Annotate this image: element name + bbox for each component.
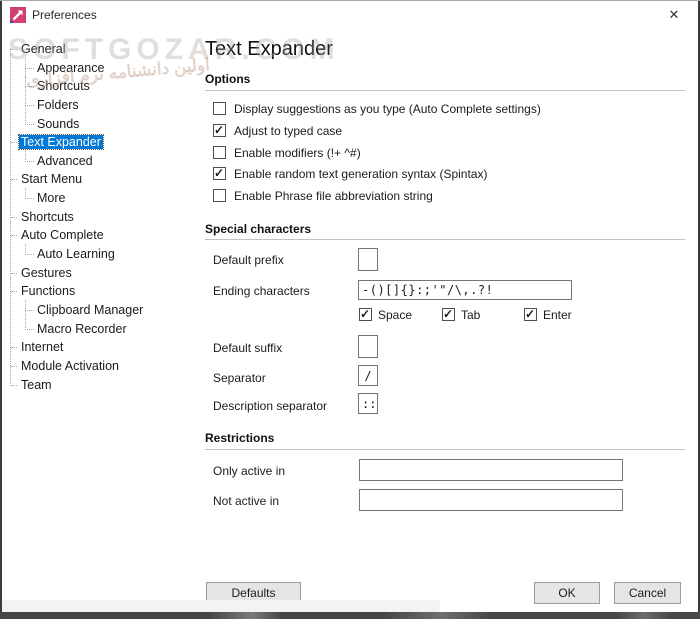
- tree-item-sounds[interactable]: Sounds: [2, 115, 198, 134]
- tree-item-internet[interactable]: Internet: [2, 338, 198, 357]
- tree-item-gestures[interactable]: Gestures: [2, 264, 198, 283]
- checkbox-enter[interactable]: [524, 308, 537, 321]
- window-border-bottom: [0, 612, 700, 619]
- option-row: Enable Phrase file abbreviation string: [213, 188, 433, 203]
- ender-enter: Enter: [524, 307, 572, 322]
- restrictions-heading: Restrictions: [205, 431, 274, 445]
- only-active-in-label: Only active in: [213, 464, 285, 478]
- app-logo-icon: [10, 7, 26, 23]
- tree-item-shortcuts-general[interactable]: Shortcuts: [2, 77, 198, 96]
- ending-characters-label: Ending characters: [213, 284, 310, 298]
- option-row: Display suggestions as you type (Auto Co…: [213, 101, 541, 116]
- tree-item-advanced[interactable]: Advanced: [2, 152, 198, 171]
- separator-label: Separator: [213, 371, 266, 385]
- tree-item-team[interactable]: Team: [2, 376, 198, 395]
- tree-item-general[interactable]: General: [2, 40, 198, 59]
- options-heading: Options: [205, 72, 250, 86]
- not-active-in-label: Not active in: [213, 494, 279, 508]
- special-characters-heading: Special characters: [205, 222, 311, 236]
- settings-tree: General Appearance Shortcuts Folders Sou…: [2, 40, 198, 394]
- ok-button[interactable]: OK: [534, 582, 600, 604]
- checkbox-enable-modifiers[interactable]: [213, 146, 226, 159]
- description-separator-input[interactable]: [358, 393, 378, 414]
- not-active-in-input[interactable]: [359, 489, 623, 511]
- checkbox-tab[interactable]: [442, 308, 455, 321]
- checkbox-label: Enable random text generation syntax (Sp…: [234, 167, 487, 181]
- tree-item-functions[interactable]: Functions: [2, 282, 198, 301]
- default-prefix-label: Default prefix: [213, 253, 284, 267]
- preferences-window: Preferences ✕ SOFTGOZAR.COM اولین دانشنا…: [0, 0, 700, 619]
- tree-item-text-expander[interactable]: Text Expander: [2, 133, 198, 152]
- special-divider: [205, 239, 685, 240]
- tree-item-start-menu[interactable]: Start Menu: [2, 170, 198, 189]
- checkbox-label: Enable modifiers (!+ ^#): [234, 146, 361, 160]
- only-active-in-input[interactable]: [359, 459, 623, 481]
- option-row: Enable random text generation syntax (Sp…: [213, 166, 487, 181]
- tree-item-module-activation[interactable]: Module Activation: [2, 357, 198, 376]
- default-suffix-label: Default suffix: [213, 341, 282, 355]
- default-suffix-input[interactable]: [358, 335, 378, 358]
- checkbox-label: Adjust to typed case: [234, 124, 342, 138]
- checkbox-spintax[interactable]: [213, 167, 226, 180]
- tree-item-auto-learning[interactable]: Auto Learning: [2, 245, 198, 264]
- tree-item-auto-complete[interactable]: Auto Complete: [2, 226, 198, 245]
- tree-item-more[interactable]: More: [2, 189, 198, 208]
- option-row: Adjust to typed case: [213, 123, 342, 138]
- window-title: Preferences: [32, 8, 97, 22]
- checkbox-adjust-typed-case[interactable]: [213, 124, 226, 137]
- tree-item-clipboard-manager[interactable]: Clipboard Manager: [2, 301, 198, 320]
- tree-item-appearance[interactable]: Appearance: [2, 59, 198, 78]
- checkbox-label: Enter: [543, 308, 572, 322]
- titlebar: Preferences ✕: [2, 1, 698, 28]
- tree-item-folders[interactable]: Folders: [2, 96, 198, 115]
- checkbox-label: Enable Phrase file abbreviation string: [234, 189, 433, 203]
- close-icon[interactable]: ✕: [662, 5, 686, 24]
- checkbox-label: Space: [378, 308, 412, 322]
- cancel-button[interactable]: Cancel: [614, 582, 681, 604]
- checkbox-label: Display suggestions as you type (Auto Co…: [234, 102, 541, 116]
- checkbox-display-suggestions[interactable]: [213, 102, 226, 115]
- ender-space: Space: [359, 307, 412, 322]
- options-divider: [205, 90, 685, 91]
- checkbox-label: Tab: [461, 308, 480, 322]
- ending-characters-input[interactable]: [358, 280, 572, 300]
- page-title: Text Expander: [205, 38, 333, 61]
- description-separator-label: Description separator: [213, 399, 327, 413]
- checkbox-space[interactable]: [359, 308, 372, 321]
- option-row: Enable modifiers (!+ ^#): [213, 145, 361, 160]
- restrictions-divider: [205, 449, 685, 450]
- ender-tab: Tab: [442, 307, 480, 322]
- tree-item-macro-recorder[interactable]: Macro Recorder: [2, 320, 198, 339]
- tree-item-shortcuts[interactable]: Shortcuts: [2, 208, 198, 227]
- default-prefix-input[interactable]: [358, 248, 378, 271]
- checkbox-phrase-file-abbrev[interactable]: [213, 189, 226, 202]
- separator-input[interactable]: [358, 365, 378, 386]
